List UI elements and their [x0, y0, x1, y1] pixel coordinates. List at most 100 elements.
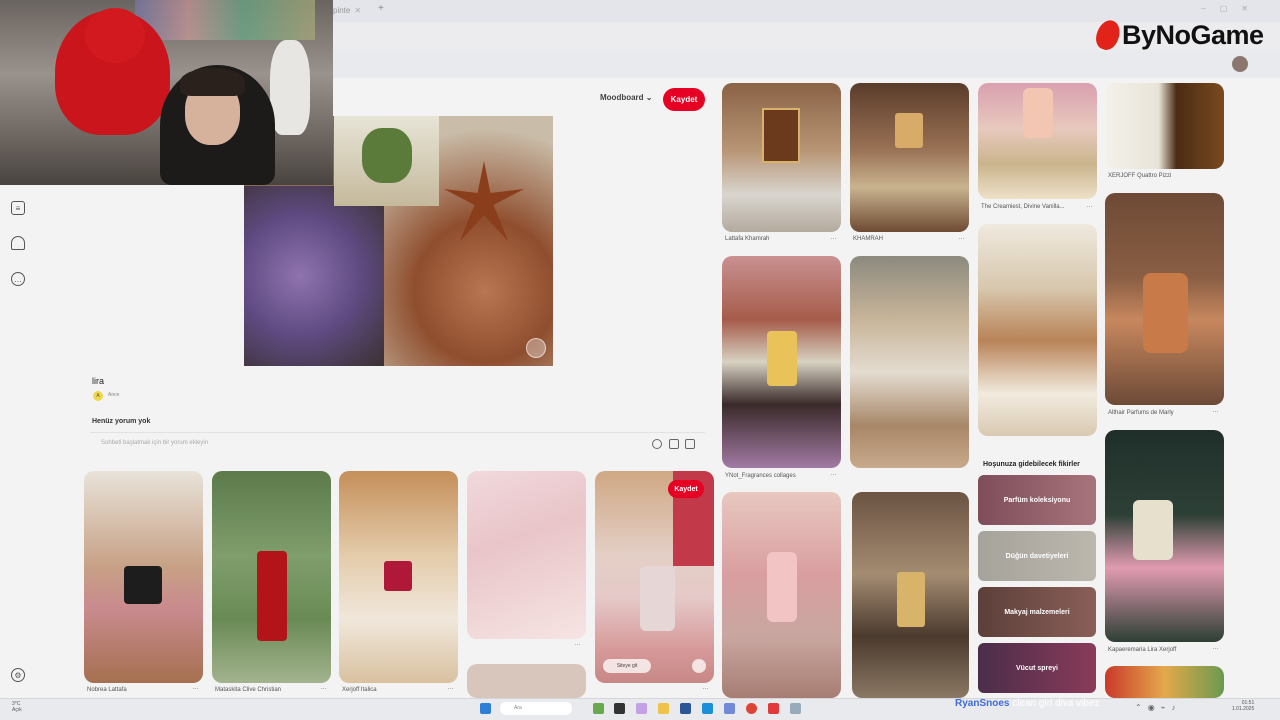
- taskbar-search[interactable]: Ara: [500, 702, 572, 715]
- more-options-icon[interactable]: …: [702, 684, 709, 691]
- shelf-image-part: [135, 0, 315, 40]
- pink-perfume-image-part: [640, 566, 675, 631]
- system-tray[interactable]: ⌃◉⌁♪: [1135, 703, 1182, 712]
- pin-title: lira: [92, 376, 105, 386]
- board-dropdown[interactable]: Moodboard ⌄: [600, 93, 652, 102]
- pin-card[interactable]: [339, 471, 458, 683]
- pin-card[interactable]: [978, 83, 1097, 199]
- tab-title: pinte: [333, 6, 351, 15]
- magenta-perfume-image-part: [384, 561, 412, 591]
- more-options-icon[interactable]: …: [447, 684, 454, 691]
- suggestion-body-spray[interactable]: Vücut spreyi: [978, 643, 1096, 693]
- browser-tab[interactable]: pinte ✕: [333, 3, 373, 18]
- clock[interactable]: 01:51 1.01.2025: [1232, 700, 1254, 712]
- pin-save-button[interactable]: Kaydet: [668, 480, 704, 498]
- new-tab-icon[interactable]: +: [378, 3, 384, 14]
- image-upload-icon[interactable]: [685, 439, 695, 449]
- close-tab-icon[interactable]: ✕: [354, 6, 361, 15]
- suggestion-makeup[interactable]: Makyaj malzemeleri: [978, 587, 1096, 637]
- suggestions-heading: Hoşunuza gidebilecek fikirler: [983, 461, 1080, 468]
- more-options-icon[interactable]: …: [830, 234, 837, 241]
- more-options-icon[interactable]: …: [574, 640, 581, 647]
- pin-card[interactable]: [852, 492, 969, 698]
- orange-perfume-image-part: [1143, 273, 1188, 353]
- pin-caption[interactable]: Althair Parfums de Marly: [1108, 410, 1174, 416]
- avatar[interactable]: [1232, 56, 1248, 72]
- more-options-icon[interactable]: …: [1212, 407, 1219, 414]
- more-options-icon[interactable]: …: [1086, 202, 1093, 209]
- discord-icon[interactable]: [724, 703, 735, 714]
- pin-card[interactable]: [722, 492, 841, 698]
- chat-text: clean girl diva vibez: [1012, 698, 1100, 709]
- pin-caption[interactable]: XERJOFF Quattro Pizzi: [1108, 173, 1171, 179]
- pin-card[interactable]: [1105, 430, 1224, 642]
- app-icon[interactable]: [593, 703, 604, 714]
- pin-caption[interactable]: KHAMRAH: [853, 236, 883, 242]
- chat-username: RyanSnoes: [955, 698, 1010, 709]
- gold-bottle-image-part: [897, 572, 925, 627]
- more-options-icon[interactable]: …: [192, 684, 199, 691]
- window-controls[interactable]: –▢✕: [1201, 4, 1262, 13]
- pin-card[interactable]: [1105, 666, 1224, 698]
- pin-caption[interactable]: Lattafa Khamrah: [725, 236, 769, 242]
- cup-logo-image-part: [362, 128, 412, 183]
- pin-caption[interactable]: YNot_Fragrances collages: [725, 473, 796, 479]
- pin-caption[interactable]: Mataskita Clive Christian: [215, 687, 281, 693]
- emoji-icon[interactable]: [652, 439, 662, 449]
- pin-caption[interactable]: Xerjoff Italica: [342, 687, 377, 693]
- menu-icon[interactable]: ≡: [11, 201, 25, 215]
- perfume-box-image-part: [762, 108, 800, 163]
- streamer-hair-image-part: [180, 68, 245, 96]
- messages-icon[interactable]: …: [11, 272, 25, 286]
- stream-chat-message: RyanSnoes clean girl diva vibez: [955, 698, 1100, 709]
- app-icon[interactable]: [636, 703, 647, 714]
- more-options-icon[interactable]: …: [1212, 644, 1219, 651]
- pin-card[interactable]: [467, 664, 586, 698]
- pin-card[interactable]: [1105, 193, 1224, 405]
- weather-widget[interactable]: 3°C Açık: [12, 701, 22, 713]
- more-options-icon[interactable]: …: [830, 470, 837, 477]
- pin-card[interactable]: [467, 471, 586, 639]
- author-avatar[interactable]: A: [93, 391, 103, 401]
- suggestion-perfume-collection[interactable]: Parfüm koleksiyonu: [978, 475, 1096, 525]
- folder-icon[interactable]: [658, 703, 669, 714]
- pin-caption[interactable]: Kapaeremaria Lira Xerjoff: [1108, 647, 1176, 653]
- app-icon[interactable]: [680, 703, 691, 714]
- more-options-icon[interactable]: …: [320, 684, 327, 691]
- logo-text: ByNoGame: [1122, 19, 1264, 50]
- rose-perfume-image-part: [767, 552, 797, 622]
- pin-card[interactable]: [722, 256, 841, 468]
- perfume-bottle-image-part: [895, 113, 923, 148]
- pin-card[interactable]: [850, 83, 969, 232]
- pin-card[interactable]: [595, 471, 714, 683]
- pin-card[interactable]: [722, 83, 841, 232]
- pin-card[interactable]: [84, 471, 203, 683]
- chrome-icon[interactable]: [746, 703, 757, 714]
- app-icon[interactable]: [768, 703, 779, 714]
- visual-search-icon[interactable]: [526, 338, 546, 358]
- more-options-icon[interactable]: …: [958, 234, 965, 241]
- comment-input[interactable]: Sohbeti başlatmak için bir yorum ekleyin: [101, 440, 208, 446]
- save-button[interactable]: Kaydet: [663, 88, 705, 111]
- author-name[interactable]: Ance: [108, 392, 119, 398]
- bell-icon[interactable]: [11, 236, 25, 250]
- start-icon[interactable]: [480, 703, 491, 714]
- pin-card[interactable]: [850, 256, 969, 468]
- pin-card[interactable]: [1105, 83, 1224, 169]
- pin-card[interactable]: [978, 224, 1097, 436]
- visit-site-button[interactable]: Siteye git: [603, 659, 651, 673]
- cream-perfume-image-part: [1133, 500, 1173, 560]
- pin-caption[interactable]: The Creamiest, Divine Vanilla...: [981, 204, 1065, 210]
- settings-gear-icon[interactable]: ⚙: [11, 668, 25, 682]
- weather-desc: Açık: [12, 707, 22, 713]
- share-icon[interactable]: [692, 659, 706, 673]
- sticker-icon[interactable]: [669, 439, 679, 449]
- pin-card[interactable]: [212, 471, 331, 683]
- pin-caption[interactable]: Nobrea Lattafa: [87, 687, 127, 693]
- app-icon[interactable]: [702, 703, 713, 714]
- divider: [90, 432, 705, 433]
- app-icon[interactable]: [790, 703, 801, 714]
- flame-logo-icon: [1092, 17, 1124, 53]
- suggestion-wedding-invitations[interactable]: Düğün davetiyeleri: [978, 531, 1096, 581]
- app-icon[interactable]: [614, 703, 625, 714]
